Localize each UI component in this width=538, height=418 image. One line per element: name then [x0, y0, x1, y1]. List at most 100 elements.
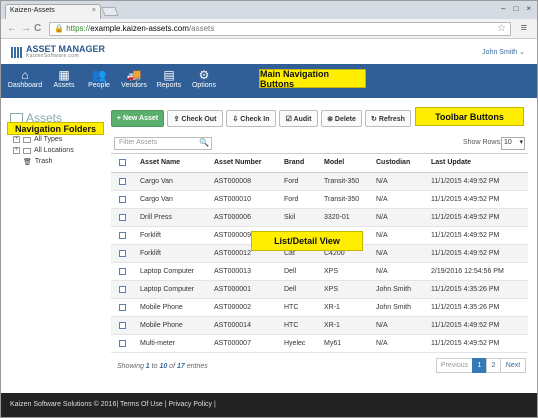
col-brand[interactable]: Brand — [284, 159, 304, 166]
lock-icon: 🔒 — [54, 24, 67, 33]
cell-last-update: 11/1/2015 4:49:52 PM — [431, 214, 500, 221]
gear-icon: ⚙ — [198, 68, 210, 82]
close-window-button[interactable]: × — [526, 4, 531, 13]
col-asset-name[interactable]: Asset Name — [140, 159, 180, 166]
folder-trash[interactable]: 🗑 Trash — [13, 156, 74, 167]
new-tab-button[interactable] — [101, 7, 119, 16]
cell-model: XR-1 — [324, 304, 340, 311]
reload-icon[interactable]: C — [34, 23, 41, 34]
row-checkbox[interactable] — [119, 322, 126, 329]
cell-last-update: 11/1/2015 4:49:52 PM — [431, 178, 500, 185]
cell-last-update: 11/1/2015 4:49:52 PM — [431, 322, 500, 329]
forward-icon[interactable]: → — [21, 23, 31, 34]
table-row[interactable]: Cargo Van AST000010 Ford Transit-350 N/A 11/1… — [111, 191, 528, 209]
filter-input[interactable]: Filter Assets 🔍 — [114, 137, 212, 150]
user-menu[interactable]: John Smith ⌄ — [482, 48, 525, 56]
table-row[interactable]: Cargo Van AST000008 Ford Transit-350 N/A 11/1… — [111, 173, 528, 191]
truck-icon: 🚚 — [126, 68, 142, 82]
bookmark-star-icon[interactable]: ☆ — [497, 23, 506, 34]
cell-custodian: John Smith — [376, 286, 412, 293]
check-out-button[interactable]: ⇪ Check Out — [167, 110, 223, 127]
folder-all-types[interactable]: + All Types — [13, 134, 74, 145]
table-row[interactable]: Mobile Phone AST000014 HTC XR-1 N/A 11/1/2015… — [111, 317, 528, 335]
next-page-button[interactable]: Next — [500, 358, 526, 373]
table-row[interactable]: Laptop Computer AST000013 Dell XPS N/A 2/19/2… — [111, 263, 528, 281]
col-custodian[interactable]: Custodian — [376, 159, 410, 166]
browser-menu-icon[interactable]: ≡ — [521, 22, 527, 34]
cell-last-update: 11/1/2015 4:35:26 PM — [431, 304, 500, 311]
cell-last-update: 11/1/2015 4:49:52 PM — [431, 250, 500, 257]
table-row[interactable]: Drill Press AST000006 Skil 3320-01 N/A 11/1/2… — [111, 209, 528, 227]
delete-button[interactable]: ⊗ Delete — [321, 110, 362, 127]
row-checkbox[interactable] — [119, 286, 126, 293]
audit-button[interactable]: ☑ Audit — [279, 110, 318, 127]
rows-per-page-select[interactable]: 10 ▾ — [501, 137, 525, 150]
col-asset-number[interactable]: Asset Number — [214, 159, 261, 166]
logo-subtitle: KaizenSoftware.com — [26, 53, 80, 59]
nav-people[interactable]: 👥 People — [79, 68, 119, 89]
nav-dashboard[interactable]: ⌂ Dashboard — [5, 68, 45, 89]
nav-vendors[interactable]: 🚚 Vendors — [114, 68, 154, 89]
cell-asset-number: AST000014 — [214, 322, 251, 329]
expand-icon[interactable]: + — [13, 136, 20, 143]
tab-close-icon[interactable]: × — [92, 7, 96, 14]
app-logo[interactable]: ASSET MANAGER KaizenSoftware.com — [11, 45, 105, 59]
cell-brand: Hyelec — [284, 340, 306, 347]
cell-custodian: N/A — [376, 268, 388, 275]
row-checkbox[interactable] — [119, 232, 126, 239]
cell-asset-name: Mobile Phone — [140, 304, 183, 311]
callout-navigation-folders: Navigation Folders — [7, 122, 104, 135]
folder-all-locations[interactable]: + All Locations — [13, 145, 74, 156]
cell-last-update: 11/1/2015 4:49:52 PM — [431, 340, 500, 347]
chevron-down-icon: ▾ — [519, 139, 523, 146]
cell-custodian: N/A — [376, 214, 388, 221]
pagination: Previous 1 2 Next — [436, 358, 526, 373]
back-icon[interactable]: ← — [7, 23, 17, 34]
page-1-button[interactable]: 1 — [472, 358, 487, 373]
cell-model: C4200 — [324, 250, 345, 257]
row-checkbox[interactable] — [119, 214, 126, 221]
cell-brand: Cat — [284, 250, 295, 257]
check-in-button[interactable]: ⇩ Check In — [226, 110, 276, 127]
select-all-checkbox[interactable] — [119, 159, 126, 166]
row-checkbox[interactable] — [119, 178, 126, 185]
url-field[interactable]: 🔒 https://example.kaizen-assets.com/asse… — [49, 22, 511, 36]
minimize-button[interactable]: – — [501, 4, 505, 13]
maximize-button[interactable]: □ — [513, 4, 518, 13]
new-asset-button[interactable]: + New Asset — [111, 110, 164, 127]
cell-asset-number: AST000008 — [214, 178, 251, 185]
cell-custodian: John Smith — [376, 304, 412, 311]
folder-tree: + All Types + All Locations 🗑 Trash — [13, 134, 74, 167]
browser-window: Kaizen-Assets × – □ × ← → C 🔒 https://ex… — [0, 0, 538, 418]
cell-custodian: N/A — [376, 250, 388, 257]
nav-reports[interactable]: ▤ Reports — [149, 68, 189, 89]
expand-icon[interactable]: + — [13, 147, 20, 154]
table-header-row: Asset Name Asset Number Brand Model Cust… — [111, 154, 528, 173]
callout-main-navigation: Main Navigation Buttons — [259, 69, 366, 89]
cell-asset-name: Laptop Computer — [140, 286, 195, 293]
table-row[interactable]: Multi-meter AST000007 Hyelec My61 N/A 11/1/20… — [111, 335, 528, 353]
row-checkbox[interactable] — [119, 340, 126, 347]
page-2-button[interactable]: 2 — [486, 358, 501, 373]
previous-page-button[interactable]: Previous — [436, 358, 473, 373]
search-icon[interactable]: 🔍 — [199, 138, 209, 147]
assets-table: Asset Name Asset Number Brand Model Cust… — [111, 153, 528, 353]
refresh-button[interactable]: ↻ Refresh — [365, 110, 411, 127]
callout-toolbar-buttons: Toolbar Buttons — [415, 107, 524, 126]
col-last-update[interactable]: Last Update — [431, 159, 471, 166]
cell-brand: HTC — [284, 322, 299, 329]
col-model[interactable]: Model — [324, 159, 344, 166]
cell-asset-number: AST000002 — [214, 304, 251, 311]
cell-custodian: N/A — [376, 340, 388, 347]
row-checkbox[interactable] — [119, 250, 126, 257]
table-row[interactable]: Mobile Phone AST000002 HTC XR-1 John Smith 11… — [111, 299, 528, 317]
browser-tab[interactable]: Kaizen-Assets × — [5, 4, 101, 19]
row-checkbox[interactable] — [119, 304, 126, 311]
people-icon: 👥 — [91, 68, 107, 82]
nav-assets[interactable]: ▦ Assets — [44, 68, 84, 89]
table-row[interactable]: Laptop Computer AST000001 Dell XPS John Smit… — [111, 281, 528, 299]
cell-model: Transit-350 — [324, 196, 360, 203]
row-checkbox[interactable] — [119, 268, 126, 275]
nav-options[interactable]: ⚙ Options — [184, 68, 224, 89]
row-checkbox[interactable] — [119, 196, 126, 203]
